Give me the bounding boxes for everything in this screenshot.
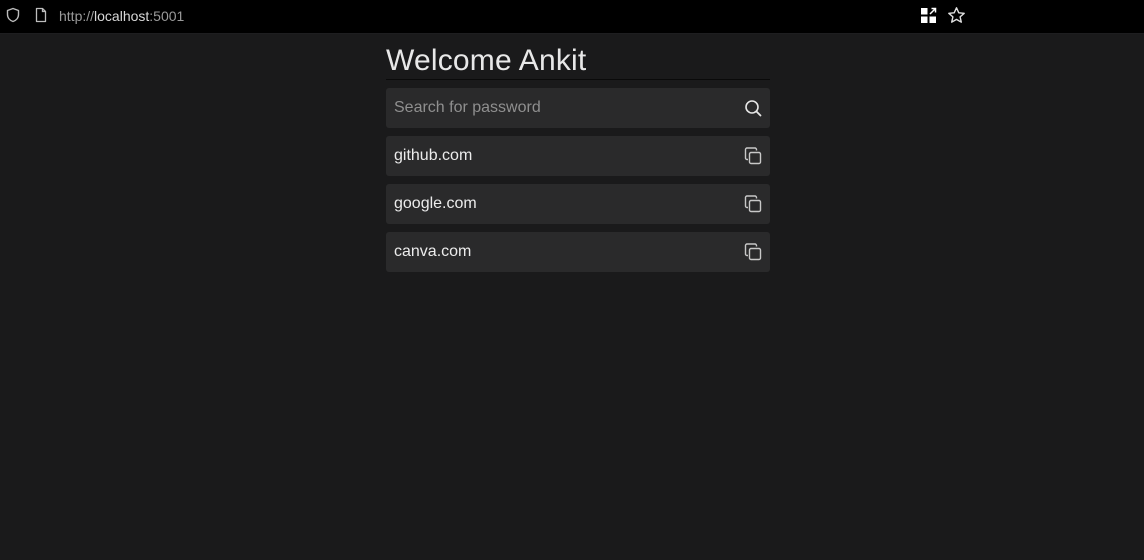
copy-icon[interactable]	[743, 146, 763, 166]
item-label: github.com	[394, 147, 473, 164]
list-item-canva[interactable]: canva.com	[386, 232, 770, 272]
shield-icon[interactable]	[5, 7, 21, 23]
page-icon	[33, 7, 49, 23]
extensions-icon[interactable]	[920, 7, 937, 24]
item-label: google.com	[394, 195, 477, 212]
search-box	[386, 88, 770, 128]
star-icon[interactable]	[947, 6, 966, 25]
password-vault: Welcome Ankit github.com google.com	[386, 44, 770, 272]
list-item-github[interactable]: github.com	[386, 136, 770, 176]
url-host: localhost	[94, 8, 150, 24]
list-item-google[interactable]: google.com	[386, 184, 770, 224]
search-icon[interactable]	[744, 99, 762, 117]
url-port: :5001	[149, 8, 185, 24]
address-bar[interactable]: http://localhost:5001	[59, 8, 184, 24]
page-title: Welcome Ankit	[386, 44, 770, 80]
copy-icon[interactable]	[743, 194, 763, 214]
url-scheme: http://	[59, 8, 95, 24]
copy-icon[interactable]	[743, 242, 763, 262]
search-input[interactable]	[386, 88, 770, 128]
browser-toolbar: http://localhost:5001	[0, 0, 1144, 34]
item-label: canva.com	[394, 243, 472, 260]
